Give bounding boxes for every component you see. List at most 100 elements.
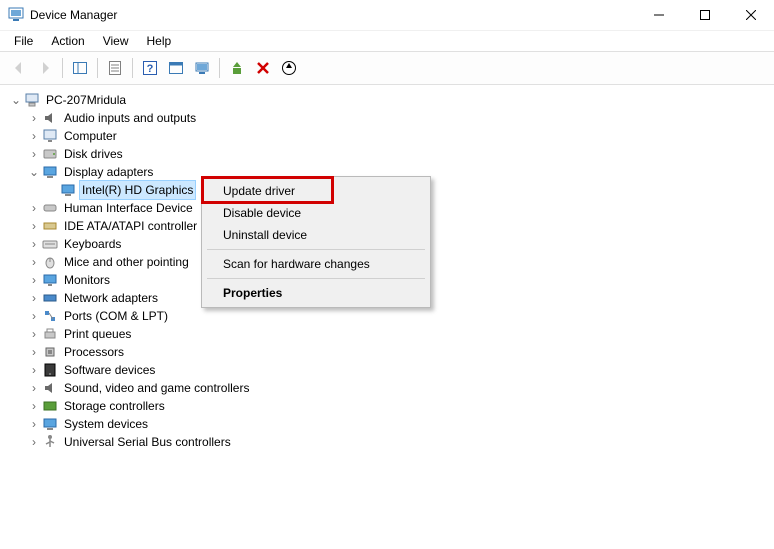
collapse-icon[interactable]: ⌄ bbox=[8, 91, 24, 109]
menubar: File Action View Help bbox=[0, 31, 774, 51]
tree-item-software[interactable]: › Software devices bbox=[4, 361, 770, 379]
network-icon bbox=[42, 290, 58, 306]
tree-label: Display adapters bbox=[62, 163, 155, 181]
speaker-icon bbox=[42, 380, 58, 396]
tree-label: Storage controllers bbox=[62, 397, 167, 415]
tree-label: Network adapters bbox=[62, 289, 160, 307]
port-icon bbox=[42, 308, 58, 324]
expand-icon[interactable]: › bbox=[26, 433, 42, 451]
maximize-button[interactable] bbox=[682, 0, 728, 30]
expand-icon[interactable]: › bbox=[26, 217, 42, 235]
tree-label: Human Interface Device bbox=[62, 199, 195, 217]
expand-icon[interactable]: › bbox=[26, 127, 42, 145]
tree-label: Disk drives bbox=[62, 145, 125, 163]
tree-root[interactable]: ⌄ PC-207Mridula bbox=[4, 91, 770, 109]
tree-label: Audio inputs and outputs bbox=[62, 109, 198, 127]
tree-item-computer[interactable]: › Computer bbox=[4, 127, 770, 145]
tree-item-processors[interactable]: › Processors bbox=[4, 343, 770, 361]
minimize-button[interactable] bbox=[636, 0, 682, 30]
help-button[interactable]: ? bbox=[138, 56, 162, 80]
show-hide-tree-button[interactable] bbox=[68, 56, 92, 80]
tree-root-label: PC-207Mridula bbox=[44, 91, 128, 109]
tree-label-selected: Intel(R) HD Graphics bbox=[80, 181, 195, 199]
storage-icon bbox=[42, 398, 58, 414]
tree-item-usb[interactable]: › Universal Serial Bus controllers bbox=[4, 433, 770, 451]
tree-label: Computer bbox=[62, 127, 119, 145]
hid-icon bbox=[42, 200, 58, 216]
titlebar: Device Manager bbox=[0, 0, 774, 31]
tree-label: Sound, video and game controllers bbox=[62, 379, 251, 397]
expand-icon[interactable]: › bbox=[26, 325, 42, 343]
expand-icon[interactable]: › bbox=[26, 235, 42, 253]
tree-item-sound[interactable]: › Sound, video and game controllers bbox=[4, 379, 770, 397]
tree-item-system[interactable]: › System devices bbox=[4, 415, 770, 433]
expand-icon[interactable]: › bbox=[26, 379, 42, 397]
enable-device-button[interactable] bbox=[225, 56, 249, 80]
speaker-icon bbox=[42, 110, 58, 126]
app-icon bbox=[8, 7, 24, 23]
mouse-icon bbox=[42, 254, 58, 270]
expand-icon[interactable]: › bbox=[26, 145, 42, 163]
display-adapter-icon bbox=[42, 164, 58, 180]
expand-icon[interactable]: › bbox=[26, 343, 42, 361]
tree-item-storage[interactable]: › Storage controllers bbox=[4, 397, 770, 415]
tree-label: Ports (COM & LPT) bbox=[62, 307, 170, 325]
svg-text:?: ? bbox=[147, 63, 154, 75]
display-adapter-icon bbox=[60, 182, 76, 198]
expand-icon[interactable]: › bbox=[26, 199, 42, 217]
monitor-icon bbox=[42, 272, 58, 288]
computer-icon bbox=[24, 92, 40, 108]
window-title: Device Manager bbox=[30, 8, 636, 22]
uninstall-device-button[interactable] bbox=[251, 56, 275, 80]
cpu-icon bbox=[42, 344, 58, 360]
close-button[interactable] bbox=[728, 0, 774, 30]
expand-icon[interactable]: › bbox=[26, 307, 42, 325]
separator bbox=[97, 58, 98, 78]
tree-label: Universal Serial Bus controllers bbox=[62, 433, 233, 451]
separator bbox=[62, 58, 63, 78]
tree-label: IDE ATA/ATAPI controller bbox=[62, 217, 199, 235]
collapse-icon[interactable]: ⌄ bbox=[26, 163, 42, 181]
forward-button[interactable] bbox=[33, 56, 57, 80]
ctx-uninstall-device[interactable]: Uninstall device bbox=[205, 224, 427, 246]
software-icon bbox=[42, 362, 58, 378]
expand-icon[interactable]: › bbox=[26, 253, 42, 271]
menu-file[interactable]: File bbox=[6, 32, 41, 50]
menu-help[interactable]: Help bbox=[139, 32, 180, 50]
action-button[interactable] bbox=[164, 56, 188, 80]
expand-icon[interactable]: › bbox=[26, 109, 42, 127]
ctx-scan-hardware[interactable]: Scan for hardware changes bbox=[205, 253, 427, 275]
tree-label: Print queues bbox=[62, 325, 133, 343]
expand-icon[interactable]: › bbox=[26, 397, 42, 415]
ide-icon bbox=[42, 218, 58, 234]
tree-item-printq[interactable]: › Print queues bbox=[4, 325, 770, 343]
back-button[interactable] bbox=[7, 56, 31, 80]
ctx-properties[interactable]: Properties bbox=[205, 282, 427, 304]
expand-icon[interactable]: › bbox=[26, 289, 42, 307]
menu-action[interactable]: Action bbox=[43, 32, 92, 50]
ctx-update-driver[interactable]: Update driver bbox=[205, 180, 427, 202]
tree-item-ports[interactable]: › Ports (COM & LPT) bbox=[4, 307, 770, 325]
usb-icon bbox=[42, 434, 58, 450]
monitor-icon bbox=[42, 128, 58, 144]
update-driver-button[interactable] bbox=[190, 56, 214, 80]
separator bbox=[219, 58, 220, 78]
separator bbox=[132, 58, 133, 78]
tree-label: Software devices bbox=[62, 361, 157, 379]
system-icon bbox=[42, 416, 58, 432]
toolbar: ? bbox=[0, 51, 774, 85]
expand-icon[interactable]: › bbox=[26, 415, 42, 433]
tree-label: Keyboards bbox=[62, 235, 123, 253]
scan-hardware-button[interactable] bbox=[277, 56, 301, 80]
ctx-disable-device[interactable]: Disable device bbox=[205, 202, 427, 224]
context-menu: Update driver Disable device Uninstall d… bbox=[201, 176, 431, 308]
tree-item-audio[interactable]: › Audio inputs and outputs bbox=[4, 109, 770, 127]
keyboard-icon bbox=[42, 236, 58, 252]
properties-button[interactable] bbox=[103, 56, 127, 80]
separator bbox=[207, 278, 425, 279]
expand-icon[interactable]: › bbox=[26, 361, 42, 379]
expand-icon[interactable]: › bbox=[26, 271, 42, 289]
tree-label: Monitors bbox=[62, 271, 112, 289]
tree-item-disk[interactable]: › Disk drives bbox=[4, 145, 770, 163]
menu-view[interactable]: View bbox=[95, 32, 137, 50]
